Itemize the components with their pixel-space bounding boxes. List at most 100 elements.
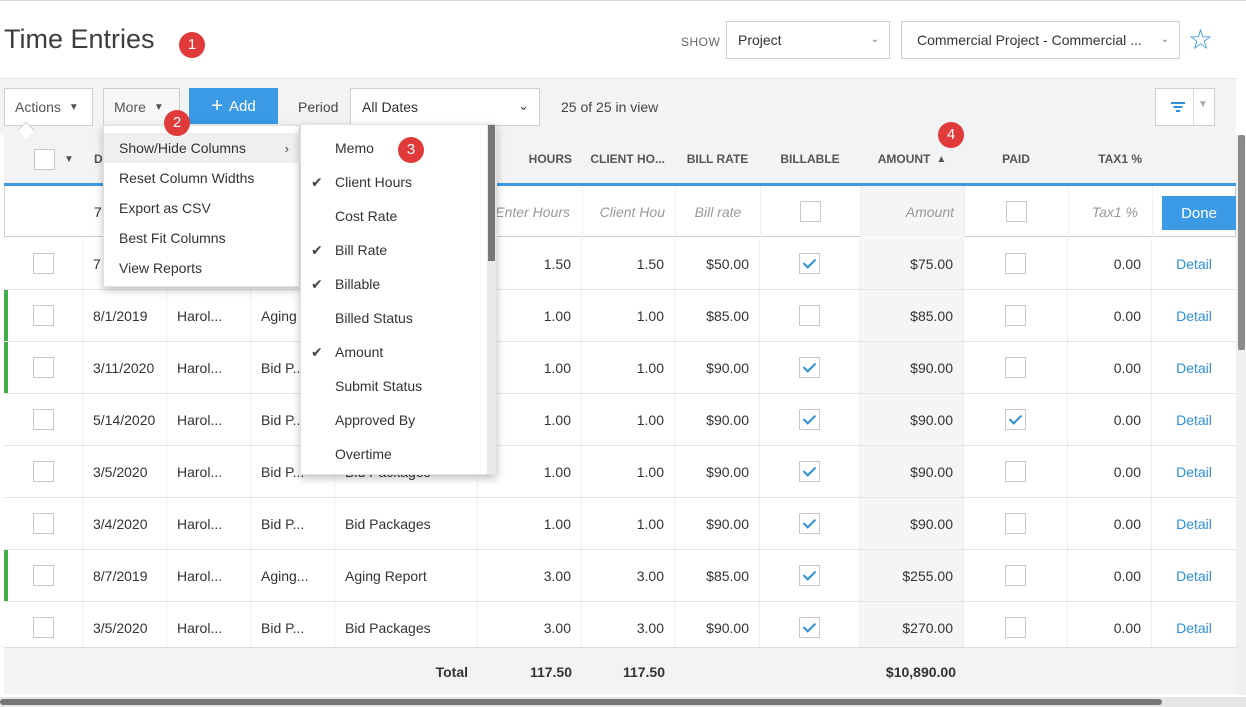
menu-item-reset-column-widths[interactable]: Reset Column Widths — [104, 163, 301, 193]
column-toggle-approved-by[interactable]: Approved By — [301, 403, 488, 437]
bill-rate-input[interactable]: Bill rate — [676, 186, 761, 237]
column-toggle-client-hours[interactable]: ✔ Client Hours — [301, 165, 488, 199]
cell-tax: 0.00 — [1068, 238, 1152, 289]
row-checkbox[interactable] — [32, 513, 54, 534]
row-checkbox[interactable] — [32, 617, 54, 638]
select-all-checkbox[interactable] — [34, 148, 55, 170]
vertical-scrollbar[interactable] — [1236, 135, 1246, 695]
actions-button[interactable]: Actions ▼ — [4, 88, 93, 126]
row-checkbox[interactable] — [32, 305, 54, 326]
billable-checkbox[interactable] — [799, 253, 820, 274]
column-toggle-memo[interactable]: Memo — [301, 131, 488, 165]
table-row[interactable]: 3/5/2020Harol...Bid P...Bid Packages1.00… — [4, 446, 1236, 498]
show-select[interactable]: Project ⌄ — [726, 21, 890, 59]
tax-input[interactable]: Tax1 % — [1069, 186, 1153, 237]
detail-link[interactable]: Detail — [1152, 602, 1236, 653]
detail-link[interactable]: Detail — [1152, 290, 1236, 341]
table-row[interactable]: 5/14/2020 Harol... Bid P... 1.00 1.00 $90.00 $… — [4, 394, 1236, 446]
row-checkbox[interactable] — [32, 461, 54, 482]
client-hours-input[interactable]: Client Hou — [583, 186, 676, 237]
billable-checkbox[interactable] — [799, 565, 820, 586]
cell-amount: $85.00 — [860, 290, 964, 341]
horizontal-scrollbar[interactable] — [0, 697, 1246, 707]
detail-link[interactable]: Detail — [1152, 498, 1236, 549]
cell-date: 3/4/2020 — [83, 498, 167, 549]
menu-item-show-hide-columns[interactable]: Show/Hide Columns › — [104, 133, 301, 163]
chevron-down-icon[interactable]: ▼ — [64, 154, 74, 165]
table-row[interactable]: 3/11/2020 Harol... Bid P... 1.00 1.00 $90.00 $… — [4, 342, 1236, 394]
detail-link[interactable]: Detail — [1152, 394, 1236, 445]
menu-item-export-csv[interactable]: Export as CSV — [104, 193, 301, 223]
detail-link[interactable]: Detail — [1152, 550, 1236, 601]
menu-item-view-reports[interactable]: View Reports — [104, 253, 301, 283]
table-row[interactable]: 8/1/2019 Harol... Aging 1.00 1.00 $85.00 $85.0… — [4, 290, 1236, 342]
paid-checkbox[interactable] — [1005, 461, 1026, 482]
paid-checkbox[interactable] — [1006, 201, 1027, 222]
paid-checkbox[interactable] — [1005, 357, 1026, 378]
billable-checkbox[interactable] — [799, 513, 820, 534]
vertical-scrollbar-thumb[interactable] — [1238, 135, 1245, 350]
page-title: Time Entries — [4, 24, 155, 54]
cell-hours: 1.00 — [478, 498, 582, 549]
done-button[interactable]: Done — [1162, 196, 1236, 230]
detail-link[interactable]: Detail — [1152, 238, 1236, 289]
period-select[interactable]: All Dates ⌄ — [350, 88, 540, 126]
add-label: Add — [228, 97, 256, 115]
favorite-star-icon[interactable]: ☆ — [1188, 26, 1213, 54]
header-tax1[interactable]: TAX1 % — [1068, 135, 1152, 183]
submenu-scrollbar[interactable] — [487, 125, 496, 474]
cell-tax: 0.00 — [1068, 550, 1152, 601]
amount-input[interactable]: Amount — [861, 186, 965, 237]
table-row[interactable]: 3/4/2020 Harol... Bid P... Bid Packages 1.00… — [4, 498, 1236, 550]
chevron-down-icon[interactable]: ▼ — [1198, 99, 1208, 110]
menu-item-best-fit-columns[interactable]: Best Fit Columns — [104, 223, 301, 253]
billable-checkbox[interactable] — [799, 305, 820, 326]
cell-tax: 0.00 — [1068, 394, 1152, 445]
paid-checkbox[interactable] — [1005, 409, 1026, 430]
billable-checkbox[interactable] — [799, 461, 820, 482]
billable-checkbox[interactable] — [799, 409, 820, 430]
cell-billable — [760, 446, 860, 497]
column-toggle-billable[interactable]: ✔ Billable — [301, 267, 488, 301]
column-toggle-cost-rate[interactable]: Cost Rate — [301, 199, 488, 233]
row-checkbox[interactable] — [32, 409, 54, 430]
cell-task: Aging... — [251, 550, 335, 601]
column-toggle-billed-status[interactable]: Billed Status — [301, 301, 488, 335]
filter-button[interactable]: ▼ — [1155, 88, 1215, 126]
paid-checkbox[interactable] — [1005, 513, 1026, 534]
column-toggle-amount[interactable]: ✔ Amount — [301, 335, 488, 369]
paid-checkbox[interactable] — [1005, 565, 1026, 586]
sort-ascending-icon: ▲ — [936, 153, 947, 165]
table-row[interactable]: 8/7/2019 Harol... Aging... Aging Report 3.00… — [4, 550, 1236, 602]
row-checkbox[interactable] — [32, 357, 54, 378]
billable-checkbox[interactable] — [800, 201, 821, 222]
add-button[interactable]: + Add — [189, 88, 278, 124]
header-bill-rate[interactable]: BILL RATE — [675, 135, 760, 183]
paid-checkbox[interactable] — [1005, 253, 1026, 274]
row-checkbox[interactable] — [32, 565, 54, 586]
detail-link[interactable]: Detail — [1152, 446, 1236, 497]
paid-checkbox[interactable] — [1005, 617, 1026, 638]
columns-submenu: Memo ✔ Client Hours Cost Rate ✔ Bill Rate ✔ Bil… — [300, 124, 497, 475]
chevron-down-icon: ▼ — [153, 101, 164, 113]
column-toggle-overtime[interactable]: Overtime — [301, 437, 488, 471]
horizontal-scrollbar-thumb[interactable] — [0, 699, 1162, 705]
header-billable[interactable]: BILLABLE — [760, 135, 860, 183]
cell-paid — [964, 446, 1068, 497]
billable-checkbox[interactable] — [799, 617, 820, 638]
header-client-hours[interactable]: CLIENT HO... — [582, 135, 675, 183]
header-paid[interactable]: PAID — [964, 135, 1068, 183]
project-select[interactable]: Commercial Project - Commercial ... ⌄ — [901, 21, 1180, 59]
submenu-scrollbar-thumb[interactable] — [488, 125, 495, 261]
cell-bill-rate: $90.00 — [675, 498, 760, 549]
cell-task: Bid P... — [251, 602, 335, 653]
billable-checkbox[interactable] — [799, 357, 820, 378]
detail-link[interactable]: Detail — [1152, 342, 1236, 393]
cell-person: Harol... — [167, 446, 251, 497]
row-checkbox[interactable] — [32, 253, 54, 274]
column-toggle-label: Memo — [335, 140, 374, 156]
paid-checkbox[interactable] — [1005, 305, 1026, 326]
annotation-badge-1: 1 — [179, 32, 205, 58]
column-toggle-bill-rate[interactable]: ✔ Bill Rate — [301, 233, 488, 267]
column-toggle-submit-status[interactable]: Submit Status — [301, 369, 488, 403]
